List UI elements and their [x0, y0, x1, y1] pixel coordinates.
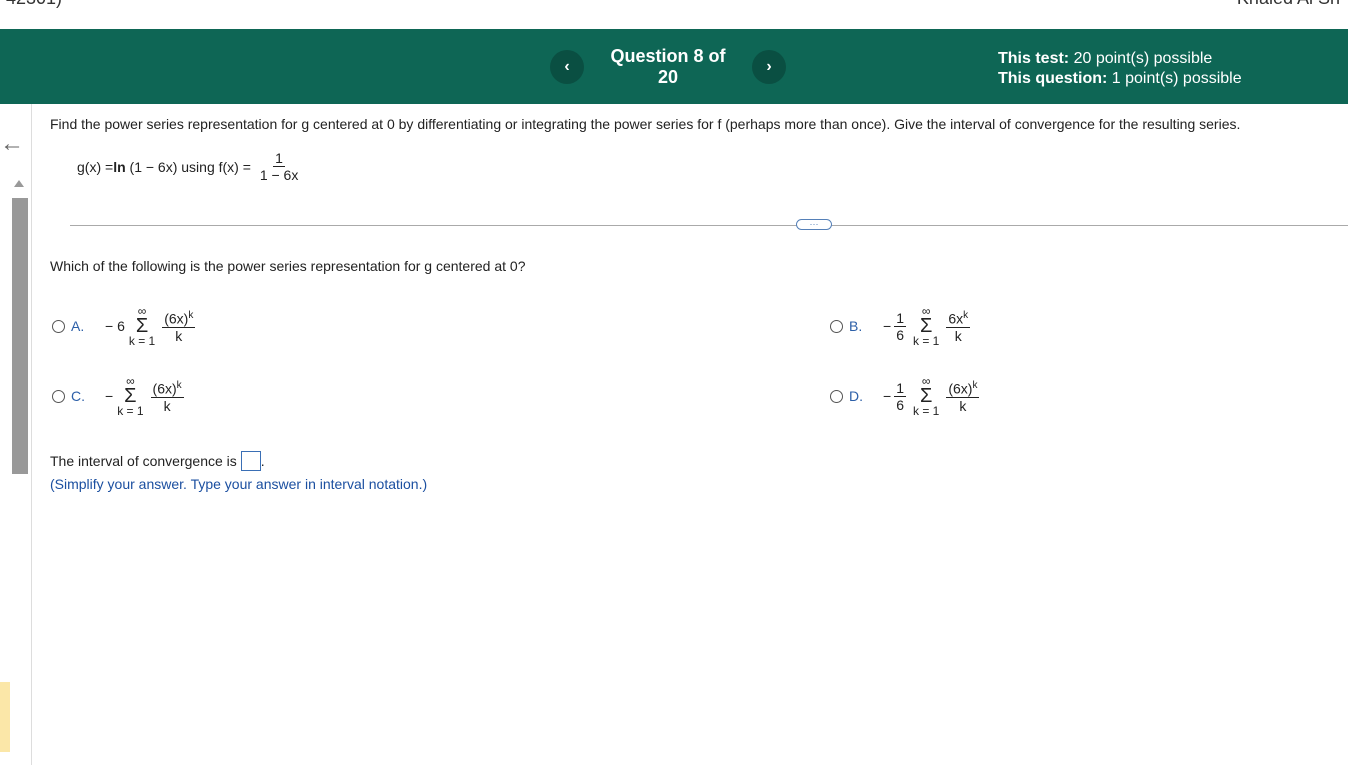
- sigma-icon: Σ: [919, 315, 933, 337]
- question-counter: Question 8 of 20: [610, 46, 726, 87]
- term-denominator: k: [959, 397, 967, 414]
- option-letter: D.: [849, 388, 863, 404]
- top-strip: -42301) Khaled Al Sh: [0, 0, 1348, 29]
- option-b[interactable]: B. − 1 6 ∞ Σ k = 1 6xk k: [830, 305, 973, 347]
- course-id-fragment: -42301): [0, 0, 62, 9]
- term-denominator: k: [954, 327, 962, 344]
- option-letter: B.: [849, 318, 863, 334]
- term-denominator: k: [175, 327, 183, 344]
- term-exponent: k: [963, 310, 969, 322]
- term-exponent: k: [188, 310, 194, 322]
- sigma-symbol: ∞ Σ k = 1: [117, 375, 143, 417]
- term-numerator: (6x): [948, 380, 973, 397]
- problem-prompt: Find the power series representation for…: [50, 116, 1241, 132]
- question-header: ‹ Question 8 of 20 › This test: 20 point…: [0, 29, 1348, 104]
- sum-lower: k = 1: [117, 404, 144, 418]
- term-fraction: (6x)k k: [162, 308, 196, 344]
- sum-lower: k = 1: [128, 334, 156, 348]
- term-fraction: (6x)k k: [150, 378, 184, 414]
- option-a[interactable]: A. − 6 ∞ Σ k = 1 (6x)k k: [52, 305, 198, 347]
- interval-answer-input[interactable]: [240, 451, 261, 471]
- option-a-radio[interactable]: [52, 319, 65, 333]
- term-exponent: k: [972, 380, 978, 392]
- chevron-right-icon: ›: [766, 58, 772, 75]
- option-coefficient: −: [105, 388, 114, 404]
- coefficient-fraction: 1 6: [894, 310, 906, 343]
- sigma-icon: Σ: [135, 315, 149, 337]
- term-numerator: (6x): [164, 310, 189, 327]
- test-points-value: 20 point(s) possible: [1073, 50, 1213, 67]
- scroll-up-arrow-icon[interactable]: [14, 180, 24, 187]
- term-exponent: k: [176, 380, 182, 392]
- option-d-radio[interactable]: [830, 389, 843, 403]
- sigma-icon: Σ: [919, 385, 933, 407]
- term-fraction: (6x)k k: [946, 378, 980, 414]
- option-letter: A.: [71, 318, 85, 334]
- coef-denominator: 6: [896, 326, 904, 343]
- coef-denominator: 6: [896, 396, 904, 413]
- f-fraction: 1 1 − 6x: [258, 150, 301, 183]
- sum-lower: k = 1: [912, 334, 940, 348]
- f-numerator: 1: [273, 150, 285, 167]
- next-question-button[interactable]: ›: [752, 50, 786, 84]
- question-nav: ‹ Question 8 of 20 ›: [550, 46, 786, 87]
- previous-question-button[interactable]: ‹: [550, 50, 584, 84]
- term-denominator: k: [163, 397, 171, 414]
- interval-row: The interval of convergence is .: [50, 451, 265, 471]
- given-functions: g(x) = ln (1 − 6x) using f(x) = 1 1 − 6x: [77, 150, 303, 183]
- interval-period: .: [260, 453, 265, 469]
- option-letter: C.: [71, 388, 85, 404]
- question-points-label: This question:: [998, 70, 1108, 87]
- test-points-label: This test:: [998, 50, 1070, 67]
- interval-label: The interval of convergence is: [50, 453, 237, 469]
- more-options-button[interactable]: ···: [796, 219, 832, 230]
- user-name-fragment: Khaled Al Sh: [1237, 0, 1340, 9]
- sum-lower: k = 1: [912, 404, 940, 418]
- sigma-icon: Σ: [124, 385, 137, 407]
- coefficient-fraction: 1 6: [894, 380, 906, 413]
- coef-numerator: 1: [894, 309, 906, 327]
- problem-area: Find the power series representation for…: [50, 116, 1340, 183]
- points-info: This test: 20 point(s) possible This que…: [998, 49, 1242, 89]
- sigma-symbol: ∞ Σ k = 1: [129, 305, 155, 347]
- option-coefficient: − 6: [105, 318, 125, 334]
- sigma-symbol: ∞ Σ k = 1: [913, 375, 939, 417]
- side-highlight: [0, 682, 10, 752]
- f-denominator: 1 − 6x: [259, 167, 299, 183]
- ln-text: ln: [113, 158, 126, 175]
- section-divider: [70, 225, 1348, 226]
- sigma-symbol: ∞ Σ k = 1: [913, 305, 939, 347]
- question-text: Which of the following is the power seri…: [50, 258, 526, 274]
- term-numerator: (6x): [152, 380, 177, 397]
- term-numerator: 6x: [948, 310, 964, 327]
- g-argument: (1 − 6x) using f(x) =: [125, 158, 255, 175]
- option-d[interactable]: D. − 1 6 ∞ Σ k = 1 (6x)k k: [830, 375, 982, 417]
- back-arrow-icon[interactable]: ←: [0, 130, 24, 158]
- coef-numerator: 1: [894, 379, 906, 397]
- g-definition: g(x) =: [77, 158, 114, 175]
- scrollbar-thumb[interactable]: [12, 198, 28, 474]
- option-coefficient: −: [883, 318, 892, 334]
- term-fraction: 6xk k: [946, 308, 971, 344]
- option-b-radio[interactable]: [830, 319, 843, 333]
- option-c[interactable]: C. − ∞ Σ k = 1 (6x)k k: [52, 375, 187, 417]
- option-coefficient: −: [883, 388, 892, 404]
- chevron-left-icon: ‹: [564, 58, 570, 75]
- option-c-radio[interactable]: [52, 389, 65, 403]
- interval-hint: (Simplify your answer. Type your answer …: [50, 476, 428, 492]
- question-points-value: 1 point(s) possible: [1111, 70, 1242, 87]
